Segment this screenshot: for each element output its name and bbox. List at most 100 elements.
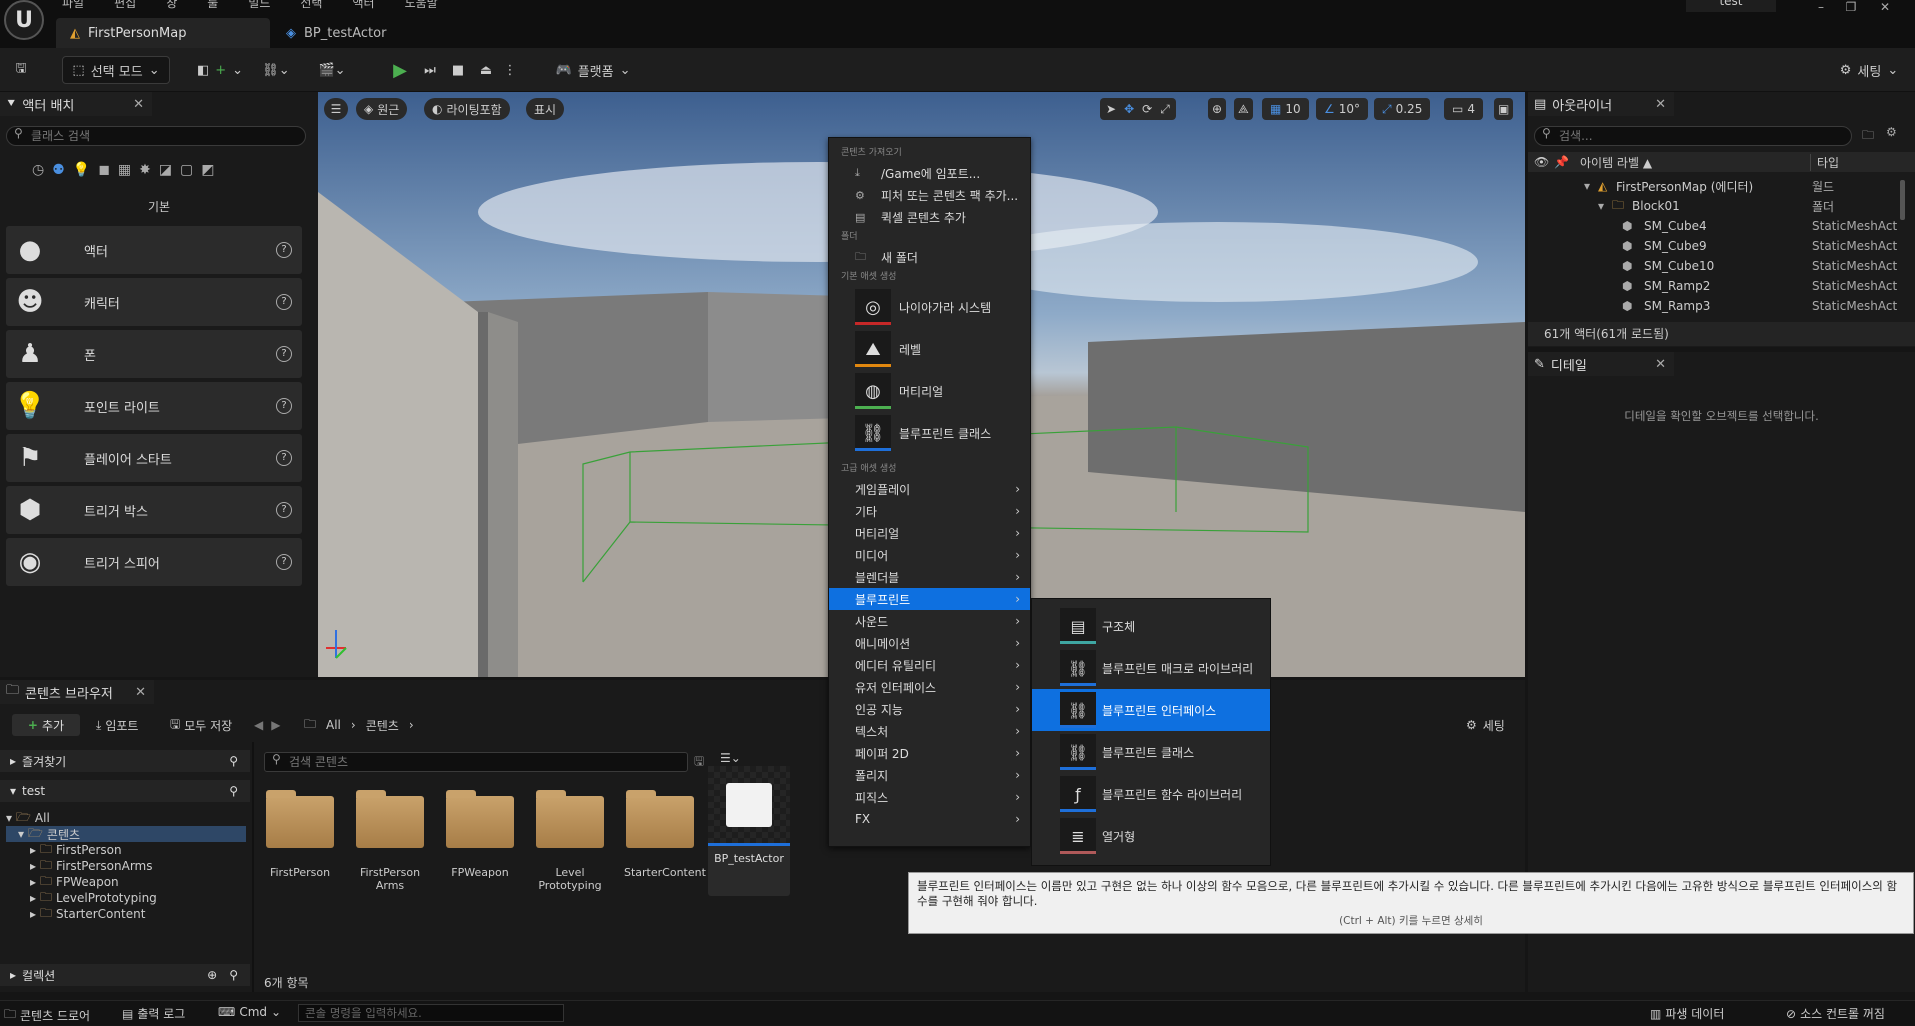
menu-item-blueprint[interactable]: 블루프린트 › [829, 588, 1030, 610]
menu-item-foliage[interactable]: 폴리지 › [829, 764, 1030, 786]
camera-speed-button[interactable]: ▭ 4 [1444, 98, 1483, 120]
help-icon[interactable]: ? [276, 346, 292, 362]
place-item-trigger-box[interactable]: ⬢ 트리거 박스? [6, 486, 302, 534]
settings-button[interactable]: ⚙ 세팅 ⌄ [1830, 56, 1908, 84]
menu-item-paper2d[interactable]: 페이퍼 2D › [829, 742, 1030, 764]
filter-icon[interactable]: ☰⌄ [720, 751, 741, 765]
all-classes-icon[interactable]: ▢ [180, 162, 193, 178]
submenu-item-blueprint-class[interactable]: ⛓ 블루프린트 클래스 [1032, 731, 1270, 773]
place-item-trigger-sphere[interactable]: ◉ 트리거 스피어? [6, 538, 302, 586]
menu-item-gameplay[interactable]: 게임플레이 › [829, 478, 1030, 500]
breadcrumb-all[interactable]: All [326, 718, 341, 732]
platforms-button[interactable]: 🎮 플랫폼 ⌄ [554, 56, 632, 84]
import-button[interactable]: ⤓ 임포트 [96, 714, 138, 736]
details-tab[interactable]: ✎ 디테일 ✕ [1528, 352, 1674, 376]
menu-item-niagara-system[interactable]: ◎ 나이아가라 시스템 [829, 286, 1030, 328]
rotate-tool-icon[interactable]: ⟳ [1142, 102, 1152, 116]
basic-icon[interactable]: ⚉ [52, 162, 65, 178]
menu-select[interactable]: 선택 [300, 0, 322, 11]
column-item-label[interactable]: 아이템 라벨 ▲ [1580, 154, 1810, 171]
viewport-menu-button[interactable]: ☰ [324, 98, 348, 120]
output-log-button[interactable]: ▤ 출력 로그 [122, 1005, 185, 1022]
eject-button[interactable]: ⏏ [474, 56, 498, 84]
add-button[interactable]: + 추가 [12, 714, 80, 736]
place-item-point-light[interactable]: 💡 포인트 라이트? [6, 382, 302, 430]
lights-icon[interactable]: 💡 [73, 162, 90, 178]
derived-data-button[interactable]: ▥ 파생 데이터 [1650, 1005, 1724, 1022]
submenu-item-blueprint-interface[interactable]: ⛓ 블루프린트 인터페이스 [1032, 689, 1270, 731]
maximize-button[interactable]: ❐ [1836, 0, 1866, 16]
scale-snap-button[interactable]: ⤢ 0.25 [1374, 98, 1431, 120]
show-button[interactable]: 표시 [526, 98, 565, 120]
tab-firstpersonmap[interactable]: ◭ FirstPersonMap [56, 18, 270, 48]
volumes-icon[interactable]: ◪ [159, 162, 172, 178]
blueprint-menu-button[interactable]: ⛓⌄ [256, 56, 296, 84]
menu-item-animation[interactable]: 애니메이션 › [829, 632, 1030, 654]
tree-row[interactable]: ▾ 🗀 Block01 폴더 [1528, 196, 1908, 216]
close-window-button[interactable]: ✕ [1870, 0, 1900, 16]
menu-help[interactable]: 도움말 [405, 0, 438, 11]
asset-tile-blueprint[interactable]: BP_testActor [708, 766, 790, 896]
gear-icon[interactable]: ⚙ [1886, 125, 1897, 139]
menu-window[interactable]: 창 [166, 0, 177, 11]
minimize-button[interactable]: – [1806, 0, 1836, 16]
geometry-icon[interactable]: ◩ [201, 162, 214, 178]
browser-settings-button[interactable]: ⚙ 세팅 [1466, 714, 1505, 736]
menu-item-blendables[interactable]: 블렌더블 › [829, 566, 1030, 588]
menu-item-media[interactable]: 미디어 › [829, 544, 1030, 566]
search-icon[interactable]: ⚲ [229, 754, 238, 768]
surface-snap-icon[interactable]: ⟁ [1234, 98, 1253, 120]
unreal-logo[interactable]: U [4, 0, 44, 40]
menu-item-ai[interactable]: 인공 지능 › [829, 698, 1030, 720]
help-icon[interactable]: ? [276, 242, 292, 258]
column-type[interactable]: 타입 [1810, 153, 1839, 171]
help-icon[interactable]: ? [276, 294, 292, 310]
breadcrumb-content[interactable]: 콘텐츠 [366, 717, 399, 734]
class-search-input[interactable]: 클래스 검색 [6, 126, 306, 146]
submenu-item-function-library[interactable]: ƒ 블루프린트 함수 라이브러리 [1032, 773, 1270, 815]
asset-tile[interactable]: FirstPerson Arms [354, 790, 426, 892]
outliner-scrollbar[interactable] [1900, 180, 1905, 220]
rotation-snap-button[interactable]: ∠ 10° [1316, 98, 1369, 120]
favorites-section[interactable]: ▸ 즐겨찾기 ⚲ [0, 750, 250, 772]
save-icon[interactable]: 🖫 [8, 56, 34, 84]
tree-row[interactable]: ⬢ SM_Cube4 StaticMeshAct [1528, 216, 1908, 236]
menu-file[interactable]: 파일 [62, 0, 84, 11]
close-icon[interactable]: ✕ [133, 97, 144, 112]
panel-tab[interactable]: ⯆ 액터 배치 ✕ [0, 92, 152, 116]
place-item-player-start[interactable]: ⚑ 플레이어 스타트? [6, 434, 302, 482]
stop-button[interactable]: ■ [446, 56, 470, 84]
step-button[interactable]: ⏭ [418, 56, 442, 84]
splitter[interactable] [252, 742, 254, 992]
submenu-item-struct[interactable]: ▤ 구조체 [1032, 605, 1270, 647]
outliner-search-input[interactable]: 검색... [1534, 126, 1852, 146]
back-icon[interactable]: ◀ [254, 718, 263, 732]
asset-tile[interactable]: StarterContent [624, 790, 706, 879]
content-search-input[interactable]: 검색 콘텐츠 [264, 752, 688, 772]
add-folder-icon[interactable]: 🗀 [1862, 126, 1874, 147]
help-icon[interactable]: ? [276, 554, 292, 570]
source-control-button[interactable]: ⊘ 소스 컨트롤 꺼짐 [1786, 1005, 1885, 1022]
place-item-pawn[interactable]: ♟ 폰? [6, 330, 302, 378]
menu-build[interactable]: 빌드 [248, 0, 270, 11]
search-icon[interactable]: ⚲ [229, 968, 238, 982]
menu-item-material[interactable]: ◍ 머티리얼 [829, 370, 1030, 412]
menu-item-editor-utility[interactable]: 에디터 유틸리티 › [829, 654, 1030, 676]
menu-item-physics[interactable]: 피직스 › [829, 786, 1030, 808]
menu-item-blueprint-class[interactable]: ⛓ 블루프린트 클래스 [829, 412, 1030, 454]
console-input[interactable]: 콘솔 명령을 입력하세요. [298, 1004, 564, 1022]
tree-row[interactable]: ⬢ SM_Cube10 StaticMeshAct [1528, 256, 1908, 276]
shapes-icon[interactable]: ◼ [98, 162, 110, 178]
submenu-item-enum[interactable]: ≣ 열거형 [1032, 815, 1270, 857]
perspective-button[interactable]: ◈ 원근 [356, 98, 408, 120]
cinematics-button[interactable]: 🎬⌄ [312, 56, 352, 84]
submenu-item-macro-library[interactable]: ⛓ 블루프린트 매크로 라이브러리 [1032, 647, 1270, 689]
search-icon[interactable]: ⚲ [229, 784, 238, 798]
menu-item-user-interface[interactable]: 유저 인터페이스 › [829, 676, 1030, 698]
place-item-actor[interactable]: ● 액터? [6, 226, 302, 274]
menu-item-misc[interactable]: 기타 › [829, 500, 1030, 522]
tab-bp-testactor[interactable]: ◈ BP_testActor [272, 18, 422, 48]
more-options-icon[interactable]: ⋮ [502, 56, 518, 84]
menu-edit[interactable]: 편집 [114, 0, 136, 11]
tree-row[interactable]: ⬢ SM_Cube9 StaticMeshAct [1528, 236, 1908, 256]
